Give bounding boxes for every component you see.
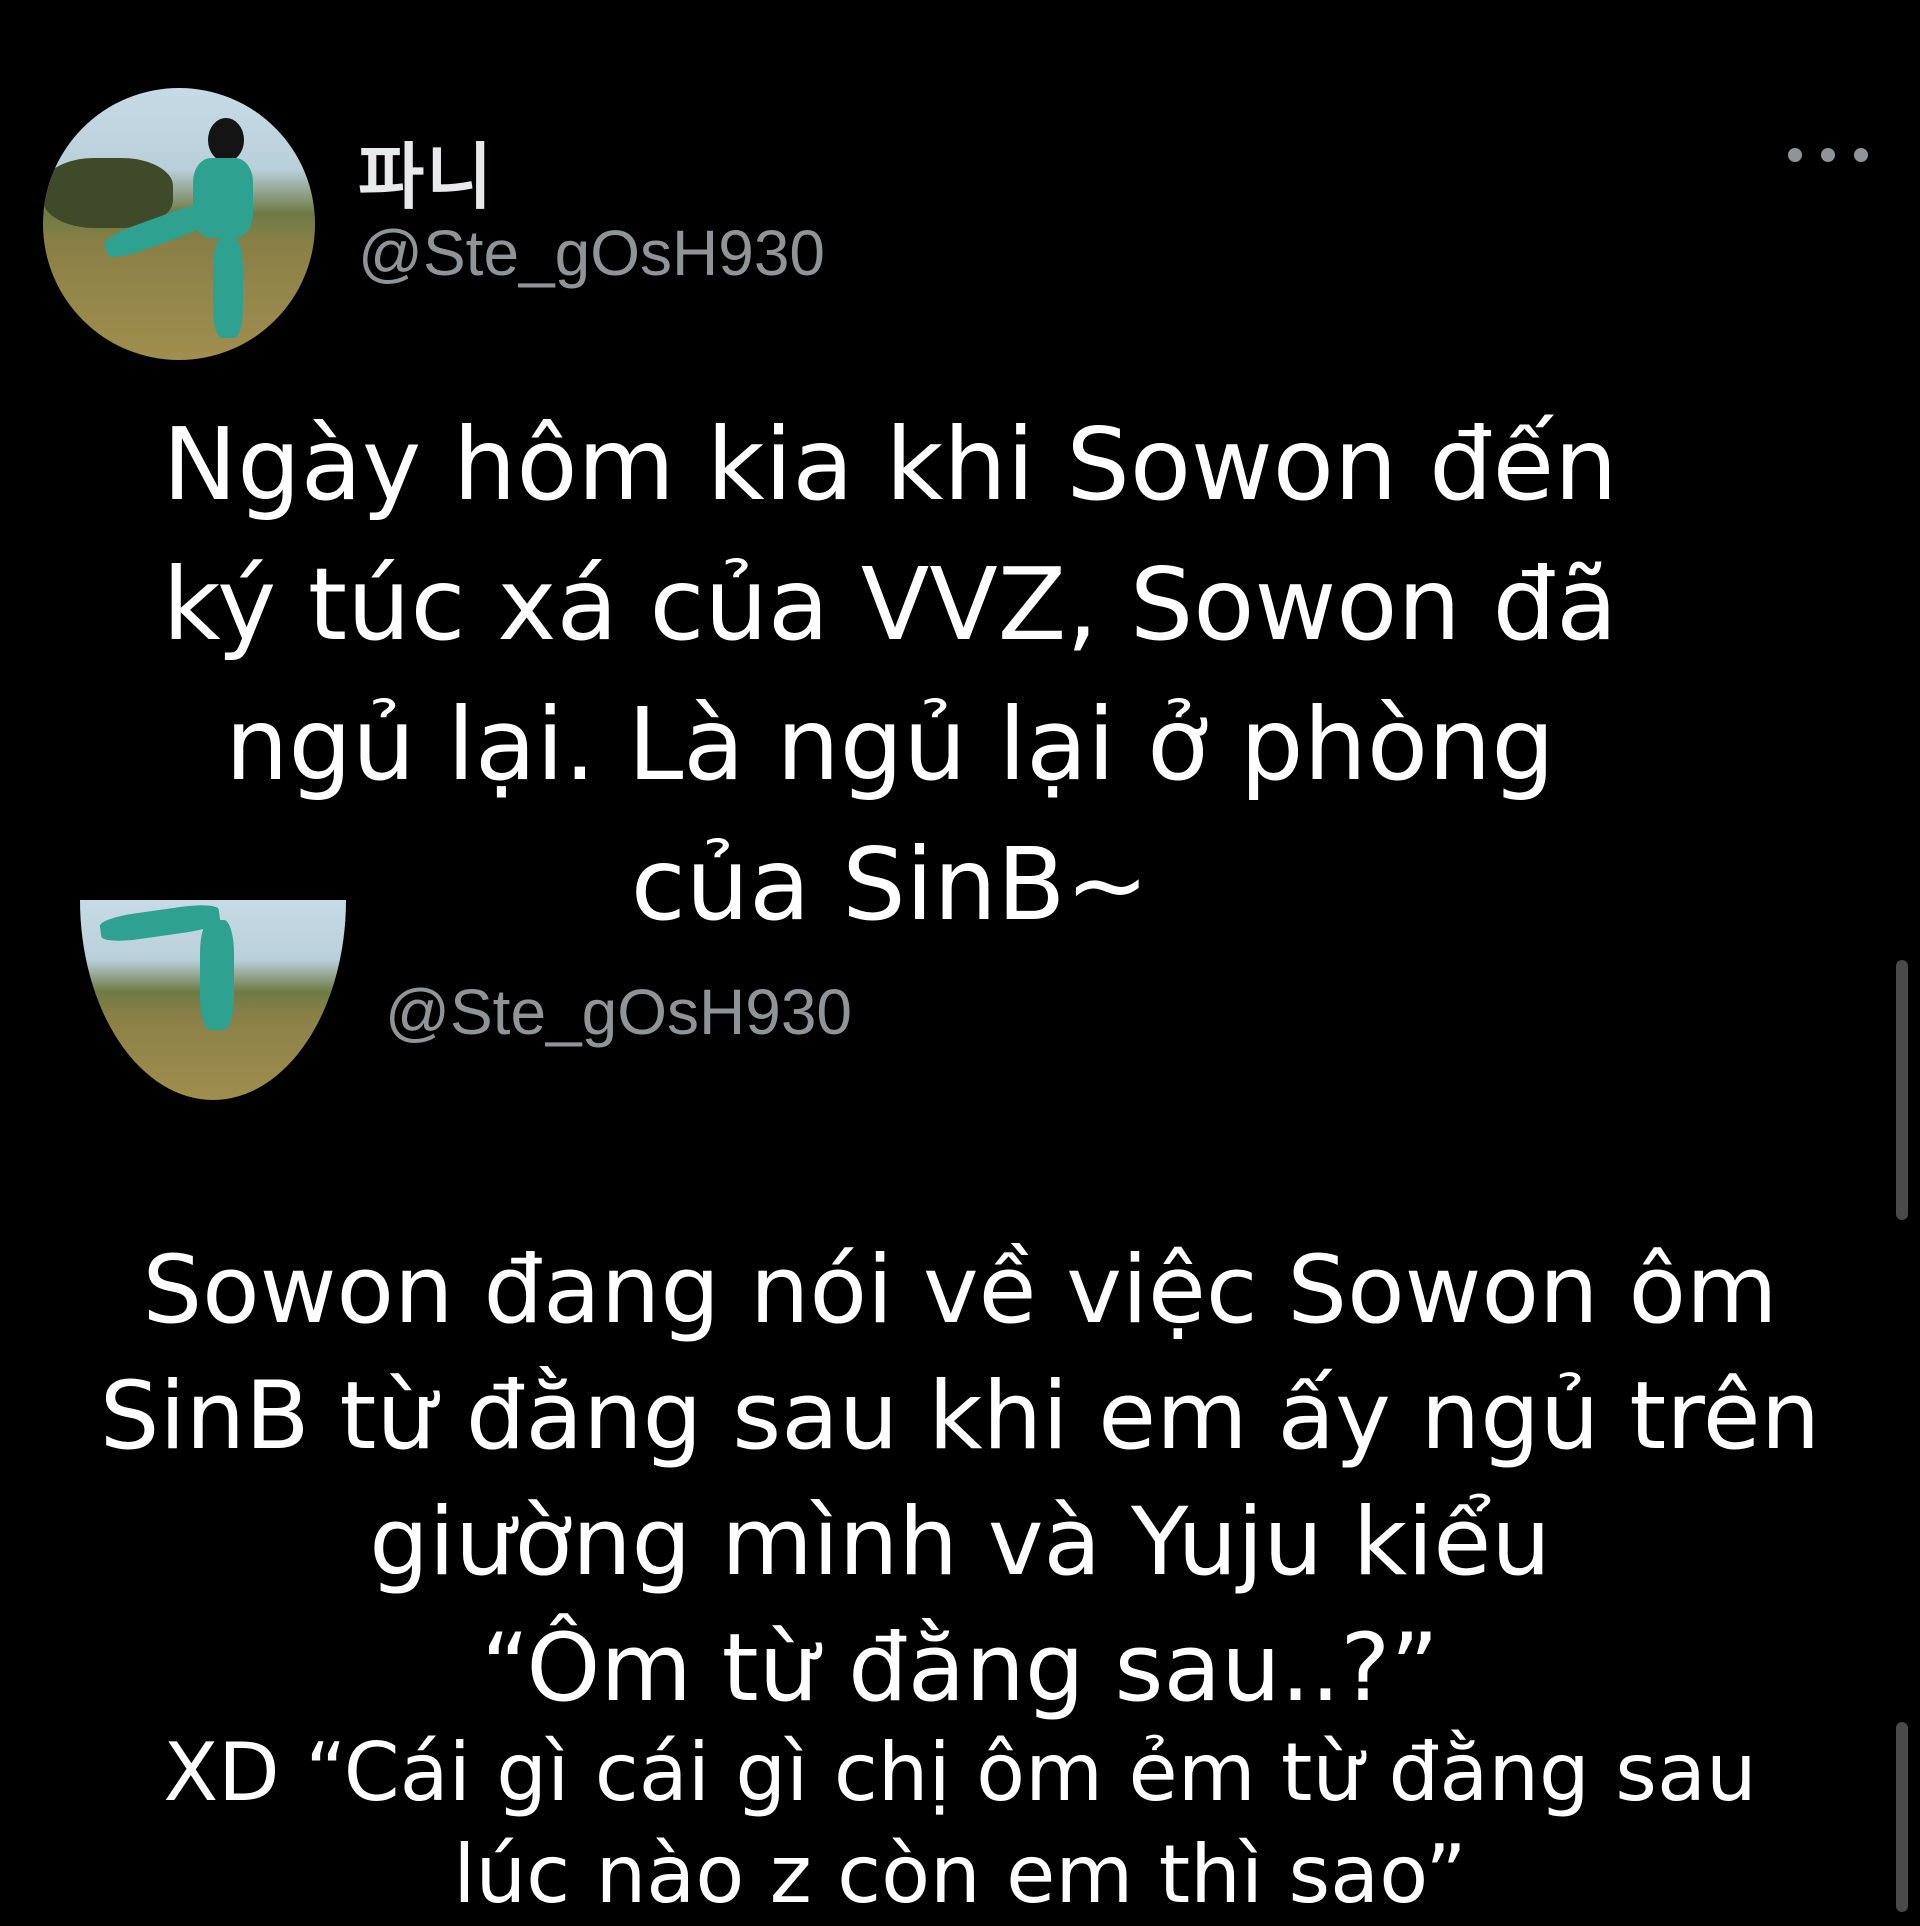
profile-avatar[interactable]	[43, 88, 315, 360]
scrollbar[interactable]	[1896, 1722, 1908, 1912]
more-options-button[interactable]	[1788, 140, 1868, 170]
caption-text-2: Sowon đang nói về việc Sowon ôm SinB từ …	[99, 1236, 1821, 1723]
quoted-user-handle[interactable]: @Ste_gOsH930	[385, 975, 852, 1049]
caption-text-1: Ngày hôm kia khi Sowon đến ký túc xá của…	[162, 406, 1618, 943]
scrollbar[interactable]	[1896, 960, 1908, 1220]
more-horizontal-icon	[1854, 148, 1868, 162]
user-handle[interactable]: @Ste_gOsH930	[358, 216, 825, 290]
avatar-leg	[213, 238, 243, 338]
more-horizontal-icon	[1821, 148, 1835, 162]
display-name[interactable]: 파니	[358, 118, 494, 223]
avatar-hair	[208, 118, 244, 162]
caption-text-3: XD “Cái gì cái gì chị ôm ẻm từ đằng sau …	[163, 1726, 1757, 1921]
quoted-profile-avatar[interactable]	[80, 900, 346, 1100]
more-horizontal-icon	[1788, 148, 1802, 162]
avatar-leg	[200, 920, 234, 1030]
